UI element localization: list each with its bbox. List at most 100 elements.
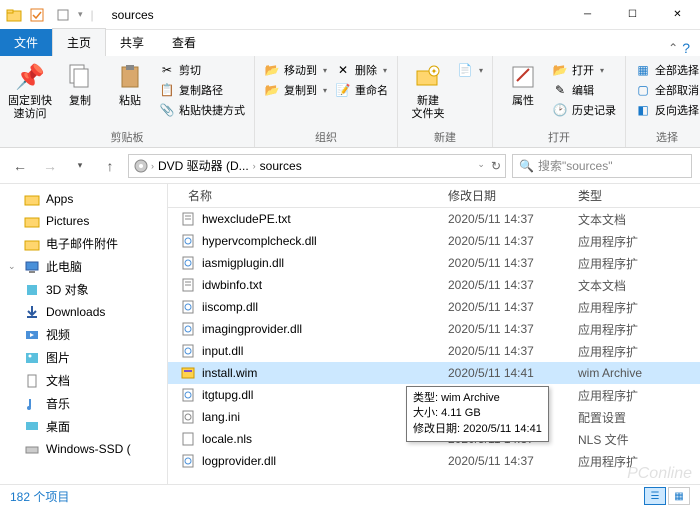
cut-button[interactable]: ✂剪切 [156,61,248,79]
up-button[interactable]: ↑ [98,154,122,178]
icons-view-button[interactable]: ▦ [668,487,690,505]
qat-dropdown-icon[interactable] [52,4,74,26]
ribbon-tabs: 文件 主页 共享 查看 ⌃ ? [0,30,700,56]
tab-home[interactable]: 主页 [52,28,106,56]
file-row[interactable]: iiscomp.dll2020/5/11 14:37应用程序扩 [168,296,700,318]
details-view-button[interactable]: ☰ [644,487,666,505]
group-open-label: 打开 [499,127,619,145]
help-icon[interactable]: ? [682,40,690,56]
moveto-button[interactable]: 📂移动到▾ [261,61,330,79]
moveto-icon: 📂 [264,62,280,78]
selectnone-button[interactable]: ▢全部取消 [632,81,700,99]
address-bar[interactable]: › DVD 驱动器 (D... › sources ⌄ ↻ [128,154,506,178]
shortcut-icon: 📎 [159,102,175,118]
tab-view[interactable]: 查看 [158,29,210,56]
file-row[interactable]: idwbinfo.txt2020/5/11 14:37文本文档 [168,274,700,296]
close-button[interactable]: ✕ [655,0,700,30]
history-icon: 🕑 [552,102,568,118]
invert-button[interactable]: ◧反向选择 [632,101,700,119]
open-button[interactable]: 📂打开▾ [549,61,619,79]
navbar: ← → ▾ ↑ › DVD 驱动器 (D... › sources ⌄ ↻ 🔍 … [0,148,700,184]
tree-item[interactable]: 电子邮件附件 [0,232,167,255]
file-row[interactable]: imagingprovider.dll2020/5/11 14:37应用程序扩 [168,318,700,340]
address-dropdown-icon[interactable]: ⌄ [477,159,485,173]
pictures-icon [24,350,40,366]
tree-item[interactable]: 音乐 [0,392,167,415]
file-row[interactable]: logprovider.dll2020/5/11 14:37应用程序扩 [168,450,700,472]
rename-button[interactable]: 📝重命名 [332,81,391,99]
file-row[interactable]: hwexcludePE.txt2020/5/11 14:37文本文档 [168,208,700,230]
qat-checkbox[interactable] [26,4,48,26]
delete-button[interactable]: ✕删除▾ [332,61,391,79]
drive-icon [24,441,40,457]
folder-icon [24,191,40,207]
wim-icon [180,365,196,381]
col-name[interactable]: 名称 [168,187,448,204]
selectall-button[interactable]: ▦全部选择 [632,61,700,79]
invert-icon: ◧ [635,102,651,118]
history-button[interactable]: 🕑历史记录 [549,101,619,119]
collapse-ribbon-icon[interactable]: ⌃ [668,41,678,55]
tree-item[interactable]: Downloads [0,301,167,323]
search-placeholder: 搜索"sources" [538,157,613,174]
video-icon [24,327,40,343]
svg-text:✦: ✦ [431,67,438,76]
music-icon [24,396,40,412]
dll-icon [180,233,196,249]
dll-icon [180,343,196,359]
forward-button[interactable]: → [38,154,62,178]
tree-item[interactable]: 视频 [0,323,167,346]
downloads-icon [24,304,40,320]
col-date[interactable]: 修改日期 [448,187,578,204]
file-row[interactable]: hypervcomplcheck.dll2020/5/11 14:37应用程序扩 [168,230,700,252]
txt-icon [180,211,196,227]
file-row[interactable]: iasmigplugin.dll2020/5/11 14:37应用程序扩 [168,252,700,274]
tree-item[interactable]: 3D 对象 [0,278,167,301]
dll-icon [180,299,196,315]
group-select-label: 选择 [632,127,700,145]
tree-item[interactable]: 文档 [0,369,167,392]
col-type[interactable]: 类型 [578,187,700,204]
tree-item[interactable]: Windows-SSD ( [0,438,167,460]
edit-button[interactable]: ✎编辑 [549,81,619,99]
statusbar: 182 个项目 ☰ ▦ [0,484,700,507]
qat-more-icon[interactable]: ▾ [78,9,83,20]
tree-item[interactable]: ⌄此电脑 [0,255,167,278]
recent-dropdown[interactable]: ▾ [68,154,92,178]
window-title: sources [112,8,154,22]
copy-button[interactable]: 复制 [56,59,104,110]
ribbon: 📌 固定到快 速访问 复制 粘贴 ✂剪切 📋复制路径 📎粘贴快捷方式 剪贴板 📂… [0,56,700,148]
selectall-icon: ▦ [635,62,651,78]
tree-item[interactable]: 图片 [0,346,167,369]
properties-icon [507,61,539,93]
titlebar: ▾ | sources ─ ☐ ✕ [0,0,700,30]
tree-item[interactable]: Pictures [0,210,167,232]
tree-item[interactable]: 桌面 [0,415,167,438]
back-button[interactable]: ← [8,154,32,178]
refresh-button[interactable]: ↻ [491,159,501,173]
pasteshortcut-button[interactable]: 📎粘贴快捷方式 [156,101,248,119]
folder-icon [24,236,40,252]
properties-button[interactable]: 属性 [499,59,547,110]
file-row[interactable]: install.wim2020/5/11 14:41wim Archive [168,362,700,384]
tab-share[interactable]: 共享 [106,29,158,56]
paste-button[interactable]: 粘贴 [106,59,154,110]
file-row[interactable]: input.dll2020/5/11 14:37应用程序扩 [168,340,700,362]
minimize-button[interactable]: ─ [565,0,610,30]
maximize-button[interactable]: ☐ [610,0,655,30]
search-box[interactable]: 🔍 搜索"sources" [512,154,692,178]
newfolder-button[interactable]: ✦ 新建 文件夹 [404,59,452,123]
crumb-folder[interactable]: sources [258,159,304,173]
dll-icon [180,321,196,337]
copypath-button[interactable]: 📋复制路径 [156,81,248,99]
search-icon: 🔍 [519,159,534,173]
pin-quickaccess-button[interactable]: 📌 固定到快 速访问 [6,59,54,123]
nav-tree[interactable]: AppsPictures电子邮件附件⌄此电脑3D 对象Downloads视频图片… [0,184,168,484]
item-count: 182 个项目 [10,488,69,505]
tree-item[interactable]: Apps [0,188,167,210]
tab-file[interactable]: 文件 [0,29,52,56]
crumb-drive[interactable]: DVD 驱动器 (D... [156,157,251,174]
newitem-button[interactable]: 📄▾ [454,61,486,79]
scissors-icon: ✂ [159,62,175,78]
copyto-button[interactable]: 📂复制到▾ [261,81,330,99]
